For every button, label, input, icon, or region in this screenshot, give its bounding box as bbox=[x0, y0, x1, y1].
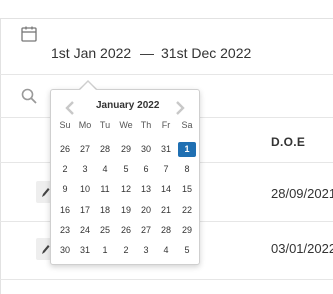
calendar-day[interactable]: 27 bbox=[137, 223, 155, 238]
date-range-end[interactable]: 31st Dec 2022 bbox=[161, 45, 251, 61]
calendar-day[interactable]: 5 bbox=[178, 243, 196, 258]
calendar-day[interactable]: 23 bbox=[56, 223, 74, 238]
calendar-day[interactable]: 7 bbox=[157, 162, 175, 177]
calendar-day[interactable]: 31 bbox=[76, 243, 94, 258]
calendar-day[interactable]: 1 bbox=[96, 243, 114, 258]
calendar-weekday-label: Su bbox=[59, 120, 71, 130]
datepicker-popup bbox=[50, 89, 200, 265]
calendar-day[interactable]: 4 bbox=[96, 162, 114, 177]
calendar-day[interactable]: 31 bbox=[157, 142, 175, 157]
chevron-left-icon[interactable] bbox=[64, 101, 76, 115]
calendar-day[interactable]: 19 bbox=[117, 203, 135, 218]
calendar-day[interactable]: 28 bbox=[157, 223, 175, 238]
calendar-day[interactable]: 30 bbox=[137, 142, 155, 157]
calendar-day[interactable]: 26 bbox=[117, 223, 135, 238]
calendar-day[interactable]: 8 bbox=[178, 162, 196, 177]
row-divider bbox=[0, 279, 333, 280]
calendar-day[interactable]: 11 bbox=[96, 182, 114, 197]
popup-caret-inner bbox=[80, 82, 96, 90]
calendar-day[interactable]: 21 bbox=[157, 203, 175, 218]
calendar-icon[interactable] bbox=[20, 25, 38, 43]
calendar-day[interactable]: 27 bbox=[76, 142, 94, 157]
calendar-weekday-label: Sa bbox=[181, 120, 193, 130]
calendar-day[interactable]: 16 bbox=[56, 203, 74, 218]
calendar-day-selected[interactable]: 1 bbox=[178, 142, 196, 157]
date-range-separator: — bbox=[140, 45, 154, 61]
calendar-day[interactable]: 5 bbox=[117, 162, 135, 177]
calendar-weekday-label: Tu bbox=[99, 120, 111, 130]
calendar-day[interactable]: 2 bbox=[117, 243, 135, 258]
pencil-icon bbox=[42, 245, 50, 254]
calendar-day[interactable]: 29 bbox=[117, 142, 135, 157]
calendar-day[interactable]: 15 bbox=[178, 182, 196, 197]
calendar-month-title: January 2022 bbox=[96, 100, 160, 111]
calendar-day[interactable]: 13 bbox=[137, 182, 155, 197]
calendar-weekday-label: Fr bbox=[161, 120, 171, 130]
table-row-doe: 03/01/2022 bbox=[271, 241, 333, 256]
calendar-day[interactable]: 29 bbox=[178, 223, 196, 238]
calendar-day[interactable]: 18 bbox=[96, 203, 114, 218]
calendar-day[interactable]: 9 bbox=[56, 182, 74, 197]
calendar-day[interactable]: 2 bbox=[56, 162, 74, 177]
search-icon[interactable] bbox=[20, 87, 38, 105]
calendar-day[interactable]: 17 bbox=[76, 203, 94, 218]
date-range-start[interactable]: 1st Jan 2022 bbox=[51, 45, 131, 61]
calendar-day[interactable]: 22 bbox=[178, 203, 196, 218]
calendar-day[interactable]: 30 bbox=[56, 243, 74, 258]
column-header-doe[interactable]: D.O.E bbox=[271, 135, 305, 149]
calendar-day[interactable]: 25 bbox=[96, 223, 114, 238]
calendar-weekday-label: Mo bbox=[78, 120, 92, 130]
calendar-day[interactable]: 4 bbox=[157, 243, 175, 258]
calendar-day[interactable]: 3 bbox=[137, 243, 155, 258]
calendar-day[interactable]: 14 bbox=[157, 182, 175, 197]
calendar-weekday-label: We bbox=[119, 120, 133, 130]
calendar-day[interactable]: 10 bbox=[76, 182, 94, 197]
calendar-day[interactable]: 28 bbox=[96, 142, 114, 157]
calendar-day[interactable]: 6 bbox=[137, 162, 155, 177]
pencil-icon bbox=[42, 188, 50, 197]
table-row-doe: 28/09/2021 bbox=[271, 186, 333, 201]
calendar-day[interactable]: 26 bbox=[56, 142, 74, 157]
calendar-weekday-label: Th bbox=[140, 120, 152, 130]
calendar-day[interactable]: 3 bbox=[76, 162, 94, 177]
calendar-day[interactable]: 12 bbox=[117, 182, 135, 197]
calendar-day[interactable]: 20 bbox=[137, 203, 155, 218]
calendar-day[interactable]: 24 bbox=[76, 223, 94, 238]
chevron-right-icon[interactable] bbox=[174, 101, 186, 115]
